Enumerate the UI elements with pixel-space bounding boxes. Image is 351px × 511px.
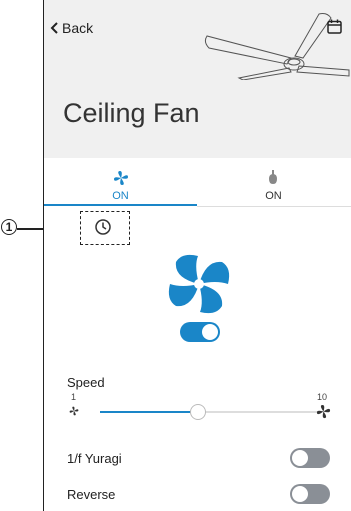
chevron-left-icon [50,22,58,34]
tab-divider [197,206,351,207]
yuragi-label: 1/f Yuragi [67,451,122,466]
speed-slider-fill [100,411,198,413]
yuragi-toggle[interactable] [290,448,330,468]
page-title: Ceiling Fan [63,98,200,128]
toggle-knob [202,324,218,340]
callout-number-badge: 1 [1,219,17,235]
fan-high-speed-icon [316,404,331,419]
tab-light[interactable]: ON [197,158,350,206]
toggle-knob [292,486,308,502]
reverse-label: Reverse [67,487,116,502]
fan-low-speed-icon [69,406,79,416]
tab-selected-indicator [44,204,197,206]
speed-min-label: 1 [71,392,77,402]
callout-highlight-box [80,211,130,245]
back-label: Back [62,20,94,36]
header: Back Ceiling Fan [44,0,351,158]
tab-fan[interactable]: ON [44,158,197,206]
tab-bar: ON ON [44,158,351,206]
fan-power-toggle[interactable] [180,322,220,342]
calendar-icon[interactable] [327,19,342,34]
tab-light-label: ON [265,190,282,202]
tab-fan-label: ON [112,190,129,202]
reverse-toggle[interactable] [290,484,330,504]
speed-slider-track[interactable] [100,411,320,413]
speed-slider-thumb[interactable] [189,404,206,420]
light-bulb-icon [269,170,277,184]
toggle-knob [292,450,308,466]
fan-icon [114,171,128,185]
speed-max-label: 10 [317,392,328,402]
app-screen: Back Ceiling Fan ON ON Speed 1 10 1/f Yu… [44,0,351,511]
fan-status-icon [168,254,230,314]
back-button[interactable]: Back [50,20,93,36]
speed-label: Speed [67,375,105,390]
